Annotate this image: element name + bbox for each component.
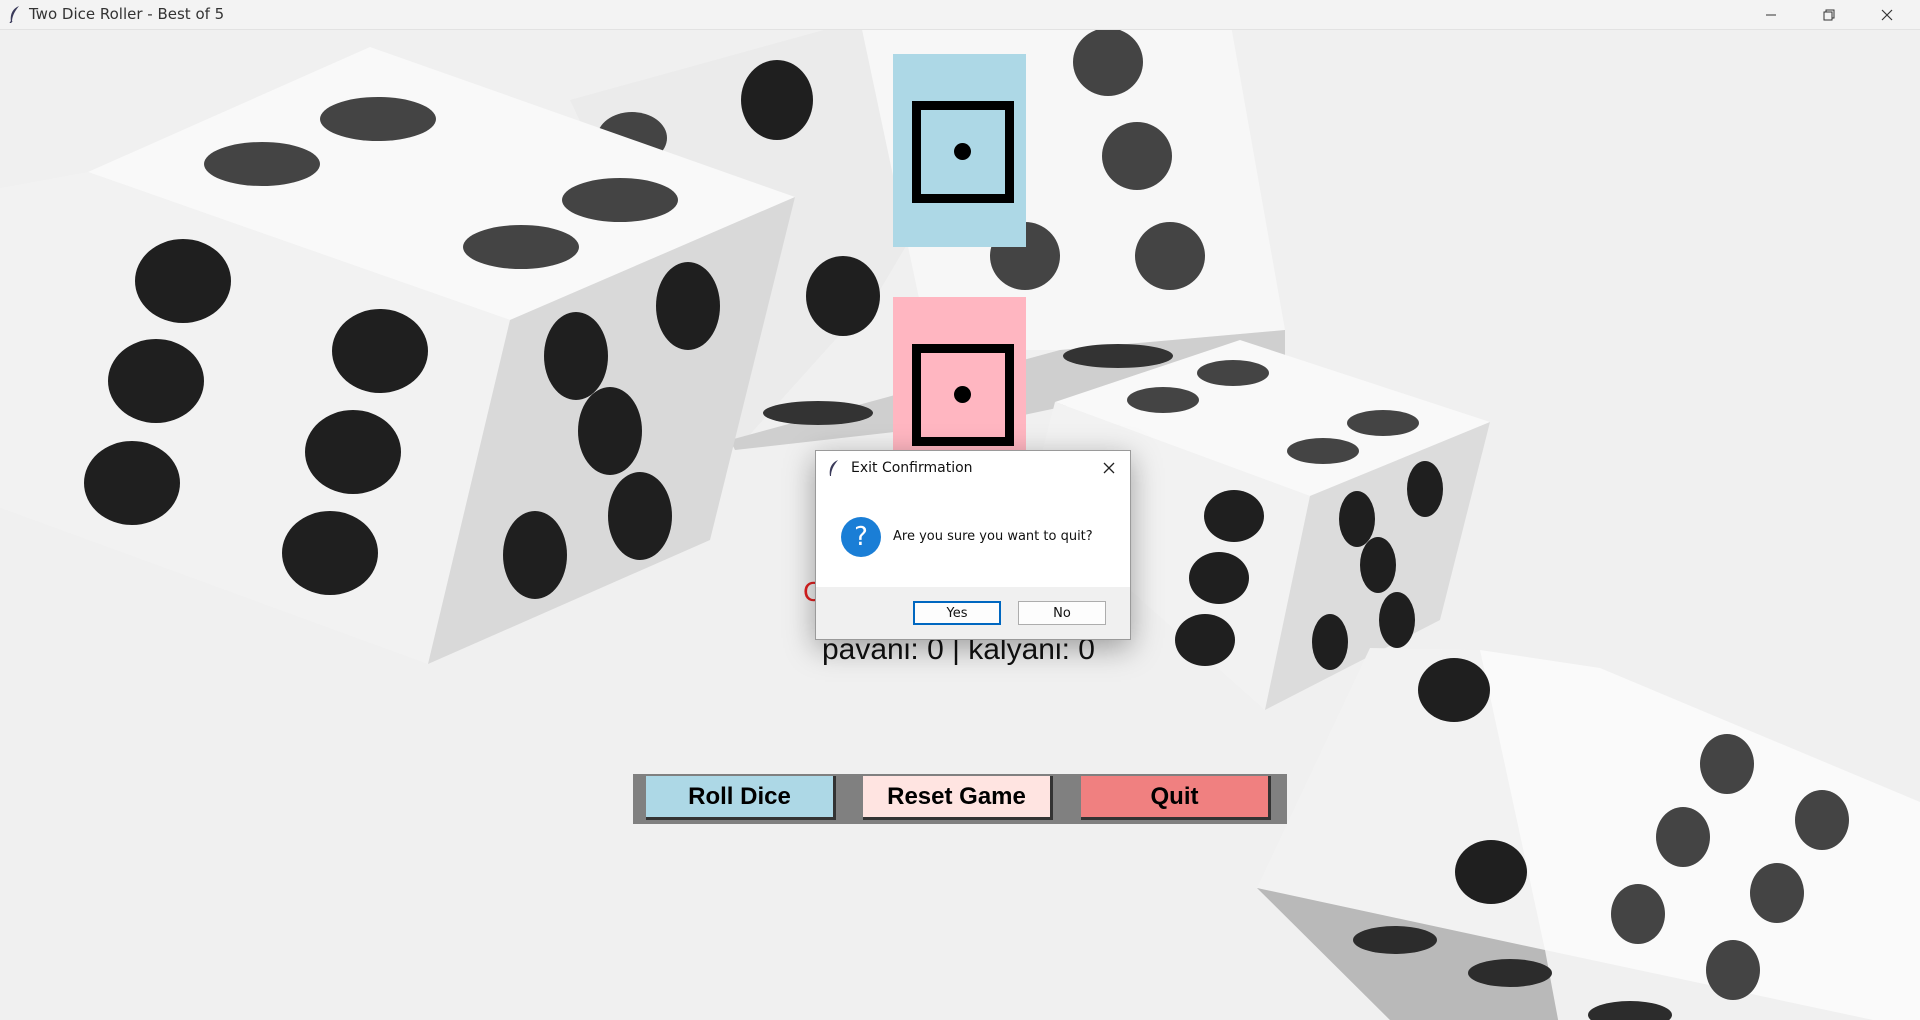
die-pip (954, 386, 971, 403)
question-icon: ? (841, 517, 881, 557)
yes-button[interactable]: Yes (913, 601, 1001, 625)
minimize-icon (1766, 14, 1776, 15)
quit-button[interactable]: Quit (1081, 776, 1271, 820)
window-title: Two Dice Roller - Best of 5 (29, 5, 225, 23)
die-kalyani (893, 297, 1026, 460)
feather-icon (829, 460, 838, 476)
no-button[interactable]: No (1018, 601, 1106, 625)
close-button[interactable] (1858, 0, 1916, 29)
die-pavani (893, 54, 1026, 247)
dialog-title: Exit Confirmation (851, 460, 973, 476)
restore-icon (1823, 9, 1835, 20)
exit-confirmation-dialog: Exit Confirmation ? Are you sure you wan… (815, 450, 1131, 640)
close-icon (1881, 9, 1893, 20)
close-icon (1103, 462, 1115, 474)
die-face (912, 344, 1014, 446)
feather-icon (9, 6, 19, 23)
restore-button[interactable] (1800, 0, 1858, 29)
title-bar: Two Dice Roller - Best of 5 (0, 0, 1920, 30)
die-pip (954, 143, 971, 160)
minimize-button[interactable] (1742, 0, 1800, 29)
reset-game-button[interactable]: Reset Game (863, 776, 1053, 820)
dialog-close-button[interactable] (1096, 455, 1122, 481)
die-face (912, 101, 1014, 203)
button-bar: Roll Dice Reset Game Quit (633, 774, 1287, 824)
dialog-message: Are you sure you want to quit? (893, 529, 1093, 544)
dialog-footer: Yes No (816, 587, 1130, 639)
roll-dice-button[interactable]: Roll Dice (646, 776, 836, 820)
